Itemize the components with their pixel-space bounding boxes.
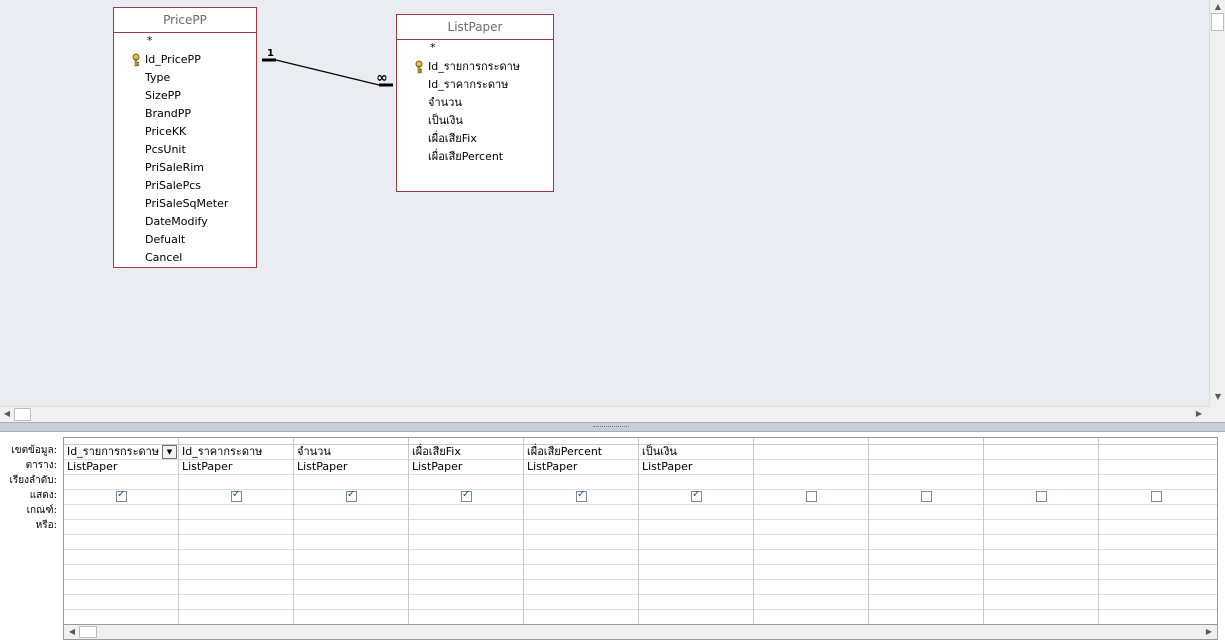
show-checkbox[interactable] (231, 489, 242, 502)
row-label-field: เขตข้อมูล: (11, 445, 57, 456)
table-pricepp[interactable]: PricePP * Id_PricePP Type SizePP BrandPP… (113, 7, 257, 268)
grid-table-cell[interactable]: ListPaper (642, 459, 692, 474)
field-item[interactable]: เป็นเงิน (428, 112, 463, 130)
show-checkbox[interactable] (461, 489, 472, 502)
query-design-grid-area: เขตข้อมูล: ตาราง: เรียงลำดับ: แสดง: เกณฑ… (0, 432, 1225, 643)
row-label-or: หรือ: (35, 520, 57, 531)
grid-table-cell[interactable]: ListPaper (67, 459, 117, 474)
field-item[interactable]: * (147, 32, 153, 50)
grid-column[interactable]: เผื่อเสียFix ListPaper (409, 438, 524, 628)
scroll-up-icon[interactable]: ▲ (1211, 0, 1225, 14)
field-item[interactable]: Type (145, 69, 170, 87)
show-checkbox[interactable] (116, 489, 127, 502)
field-item[interactable]: PriSaleRim (145, 159, 204, 177)
grid-field-cell[interactable]: Id_รายการกระดาษ (67, 444, 159, 459)
scrollbar-corner (1209, 406, 1225, 422)
chevron-down-icon[interactable]: ▼ (162, 445, 177, 459)
field-item[interactable]: * (430, 39, 436, 57)
table-title[interactable]: PricePP (114, 8, 256, 33)
grid-field-cell[interactable]: จำนวน (297, 444, 331, 459)
grid-field-cell[interactable]: เผื่อเสียFix (412, 444, 461, 459)
query-design-diagram[interactable]: 1 ∞ PricePP * Id_PricePP Type SizePP Bra… (0, 0, 1209, 406)
field-item[interactable]: Id_ราคากระดาษ (428, 76, 508, 94)
show-checkbox[interactable] (1036, 491, 1047, 502)
relationship-one-label: 1 (267, 48, 274, 59)
key-icon (415, 60, 423, 74)
grid-table-cell[interactable]: ListPaper (527, 459, 577, 474)
field-item[interactable]: PriceKK (145, 123, 186, 141)
grid-column[interactable] (1099, 438, 1217, 628)
show-checkbox[interactable] (576, 489, 587, 502)
row-label-show: แสดง: (29, 490, 57, 501)
table-title[interactable]: ListPaper (397, 15, 553, 40)
grid-field-cell[interactable]: เผื่อเสียPercent (527, 444, 602, 459)
field-item[interactable]: เผื่อเสียFix (428, 130, 477, 148)
scroll-right-icon[interactable]: ▶ (1192, 407, 1206, 421)
grid-table-cell[interactable]: ListPaper (297, 459, 347, 474)
row-label-table: ตาราง: (25, 460, 57, 471)
field-item[interactable]: BrandPP (145, 105, 191, 123)
splitter-grip[interactable] (593, 426, 629, 429)
scroll-left-icon[interactable]: ◀ (0, 407, 14, 421)
grid-column[interactable]: Id_ราคากระดาษ ListPaper (179, 438, 294, 628)
grid-column[interactable] (869, 438, 984, 628)
show-checkbox[interactable] (921, 491, 932, 502)
diagram-vertical-scrollbar[interactable]: ▲ ▼ (1209, 0, 1225, 406)
table-listpaper[interactable]: ListPaper * Id_รายการกระดาษ Id_ราคากระดา… (396, 14, 554, 192)
field-item[interactable]: DateModify (145, 213, 208, 231)
grid-column[interactable]: Id_รายการกระดาษ ▼ ListPaper (64, 438, 179, 628)
field-item[interactable]: Defualt (145, 231, 185, 249)
diagram-horizontal-scrollbar[interactable]: ◀ ▶ (0, 406, 1209, 422)
grid-field-cell[interactable]: เป็นเงิน (642, 444, 677, 459)
show-checkbox[interactable] (346, 489, 357, 502)
key-icon (132, 53, 140, 67)
grid-column[interactable]: เป็นเงิน ListPaper (639, 438, 754, 628)
grid-horizontal-scrollbar[interactable]: ◀ ▶ (63, 624, 1218, 640)
field-item[interactable]: PriSalePcs (145, 177, 201, 195)
relationship-many-label: ∞ (376, 70, 388, 86)
scroll-left-icon[interactable]: ◀ (65, 625, 79, 639)
scroll-thumb[interactable] (1211, 13, 1224, 31)
grid-column[interactable] (984, 438, 1099, 628)
pane-splitter[interactable] (0, 422, 1225, 432)
grid-table-cell[interactable]: ListPaper (182, 459, 232, 474)
row-label-criteria: เกณฑ์: (26, 505, 57, 516)
field-item[interactable]: จำนวน (428, 94, 462, 112)
field-item[interactable]: Id_รายการกระดาษ (428, 58, 520, 76)
field-item[interactable]: PriSaleSqMeter (145, 195, 228, 213)
query-grid[interactable]: Id_รายการกระดาษ ▼ ListPaper Id_ราคากระดา… (63, 437, 1218, 629)
row-label-sort: เรียงลำดับ: (9, 475, 58, 486)
field-item[interactable]: Cancel (145, 249, 182, 267)
scroll-thumb[interactable] (79, 626, 97, 638)
grid-field-cell[interactable]: Id_ราคากระดาษ (182, 444, 262, 459)
grid-column[interactable]: เผื่อเสียPercent ListPaper (524, 438, 639, 628)
show-checkbox[interactable] (806, 491, 817, 502)
grid-column[interactable]: จำนวน ListPaper (294, 438, 409, 628)
field-item[interactable]: SizePP (145, 87, 181, 105)
scroll-right-icon[interactable]: ▶ (1202, 625, 1216, 639)
scroll-thumb[interactable] (14, 408, 31, 421)
grid-column[interactable] (754, 438, 869, 628)
field-item[interactable]: PcsUnit (145, 141, 186, 159)
grid-table-cell[interactable]: ListPaper (412, 459, 462, 474)
show-checkbox[interactable] (1151, 491, 1162, 502)
scroll-down-icon[interactable]: ▼ (1211, 390, 1225, 404)
show-checkbox[interactable] (691, 489, 702, 502)
field-item[interactable]: เผื่อเสียPercent (428, 148, 503, 166)
field-item[interactable]: Id_PricePP (145, 51, 201, 69)
